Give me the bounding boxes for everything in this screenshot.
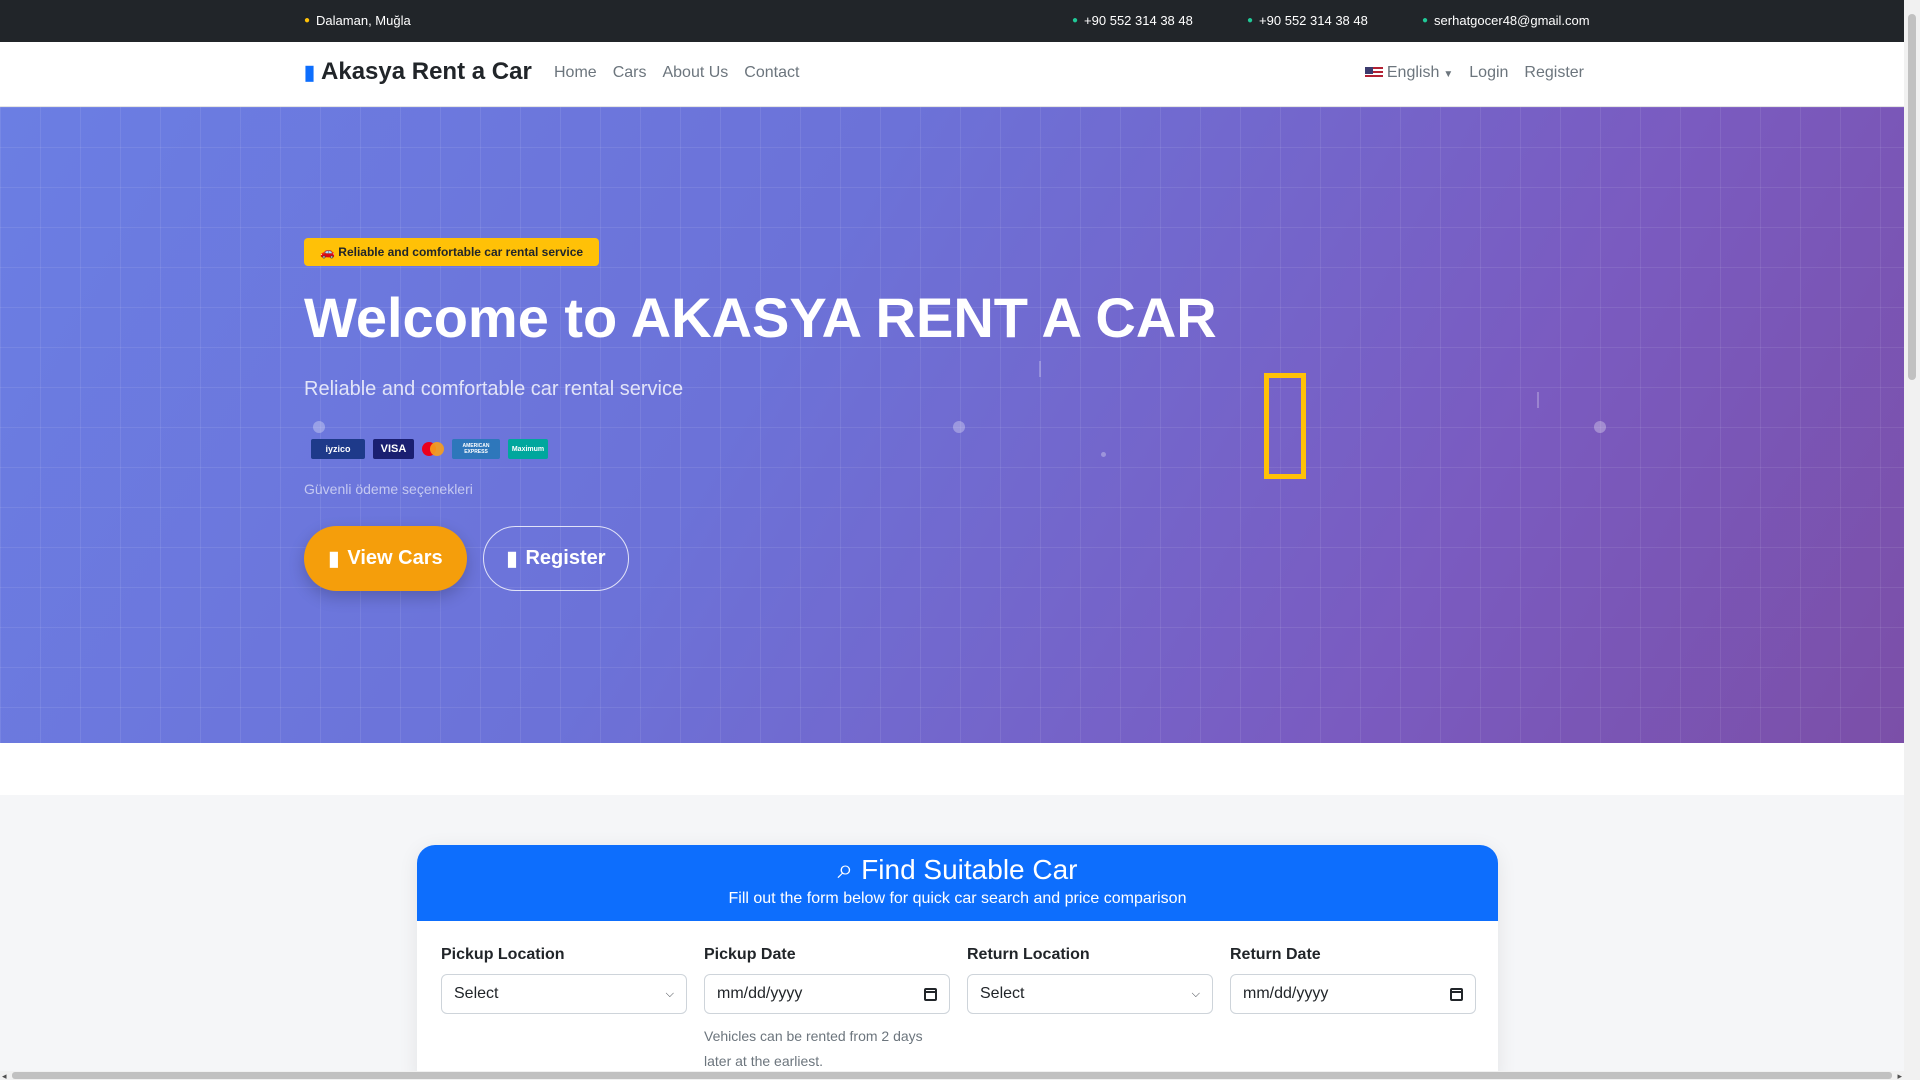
user-plus-icon: ▮ [506,548,518,570]
vertical-scroll-thumb[interactable] [1908,14,1916,380]
scroll-right-arrow-icon[interactable]: ▸ [1897,1071,1902,1080]
email-text[interactable]: serhatgocer48@gmail.com [1434,13,1590,28]
hero-register-label: Register [525,547,606,569]
pickup-location-select[interactable]: Select ⌵ [441,974,687,1014]
payment-logos: iyzico VISA AMERICAN EXPRESS Maximum [311,439,548,459]
phone-text-1[interactable]: +90 552 314 38 48 [1084,13,1193,28]
search-title: ⌕ Find Suitable Car [417,853,1498,886]
language-label: English [1386,64,1440,81]
visa-logo: VISA [373,439,414,459]
caret-down-icon: ▼ [1443,69,1454,80]
decor-dot [1101,452,1106,457]
horizontal-scroll-thumb[interactable] [12,1072,1892,1079]
decor-car-shape [1264,373,1306,479]
brand-logo[interactable]: ▮ Akasya Rent a Car [304,58,532,86]
mastercard-logo [422,439,444,459]
nav-cars[interactable]: Cars [613,64,647,82]
return-location-label: Return Location [967,946,1090,963]
chevron-down-icon: ⌵ [1191,987,1200,1000]
pickup-date-value: mm/dd/yyyy [717,985,803,1002]
phone-info-2[interactable]: ● +90 552 314 38 48 [1247,13,1368,28]
return-location-select[interactable]: Select ⌵ [967,974,1213,1014]
envelope-icon: ● [1422,15,1429,26]
car-icon: ▮ [304,61,316,84]
search-card-header: ⌕ Find Suitable Car Fill out the form be… [417,845,1498,921]
hero-section: 🚗 Reliable and comfortable car rental se… [0,107,1904,743]
pickup-date-input[interactable]: mm/dd/yyyy [704,974,950,1014]
nav-about-us[interactable]: About Us [662,64,728,82]
return-date-label: Return Date [1230,946,1321,963]
location-info: ● Dalaman, Muğla [304,13,411,28]
vertical-scrollbar[interactable] [1904,0,1920,1080]
nav-register[interactable]: Register [1524,64,1584,82]
hero-badge: 🚗 Reliable and comfortable car rental se… [304,238,600,266]
chevron-down-icon: ⌵ [665,987,674,1000]
language-dropdown[interactable]: English ▼ [1364,64,1454,82]
decor-dot [953,421,965,433]
search-card: ⌕ Find Suitable Car Fill out the form be… [417,845,1498,1080]
nav-right: English ▼ Login Register [1364,64,1584,82]
email-info[interactable]: ● serhatgocer48@gmail.com [1422,13,1590,28]
car-icon: ▮ [328,548,340,570]
hero-title: Welcome to AKASYA RENT A CAR [304,286,1217,349]
pickup-date-label: Pickup Date [704,946,796,963]
location-text: Dalaman, Muğla [316,13,411,28]
calendar-icon[interactable] [924,987,937,1001]
top-info-bar: ● Dalaman, Muğla ● +90 552 314 38 48 ● +… [0,0,1904,42]
whatsapp-icon: ● [1247,15,1254,26]
main-navbar: ▮ Akasya Rent a Car Home Cars About Us C… [0,42,1904,107]
pickup-location-value: Select [454,985,499,1002]
decor-dot [313,421,325,433]
payment-caption: Güvenli ödeme seçenekleri [304,481,473,497]
pickup-location-label: Pickup Location [441,946,565,963]
return-date-field: Return Date mm/dd/yyyy [1230,946,1476,1014]
amex-logo: AMERICAN EXPRESS [452,439,500,459]
phone-info-1[interactable]: ● +90 552 314 38 48 [1072,13,1193,28]
calendar-icon[interactable] [1450,987,1463,1001]
nav-home[interactable]: Home [554,64,597,82]
pickup-date-help: Vehicles can be rented from 2 days later… [704,1028,923,1069]
decor-line [1537,392,1539,408]
search-title-text: Find Suitable Car [861,853,1078,885]
horizontal-scrollbar[interactable]: ◂ ▸ [0,1071,1904,1080]
brand-name[interactable]: Akasya Rent a Car [321,58,532,86]
nav-contact[interactable]: Contact [744,64,799,82]
search-icon: ⌕ [837,853,854,884]
phone-icon: ● [1072,15,1079,26]
search-description: Fill out the form below for quick car se… [728,890,1187,907]
return-location-value: Select [980,985,1025,1002]
hero-register-button[interactable]: ▮ Register [483,526,629,591]
phone-text-2[interactable]: +90 552 314 38 48 [1259,13,1368,28]
nav-login[interactable]: Login [1469,64,1508,82]
pickup-location-field: Pickup Location Select ⌵ [441,946,687,1014]
scroll-left-arrow-icon[interactable]: ◂ [2,1071,7,1080]
view-cars-button[interactable]: ▮ View Cars [304,526,467,591]
nav-links: Home Cars About Us Contact [554,64,799,82]
us-flag-icon [1364,66,1383,79]
hero-grid-pattern [0,107,1904,743]
return-location-field: Return Location Select ⌵ [967,946,1213,1014]
view-cars-label: View Cars [347,547,443,569]
pickup-date-field: Pickup Date mm/dd/yyyy Vehicles can be r… [704,946,950,1074]
maximum-logo: Maximum [508,439,548,459]
return-date-value: mm/dd/yyyy [1243,985,1329,1002]
iyzico-logo: iyzico [311,439,365,459]
decor-dot [1594,421,1606,433]
map-marker-icon: ● [304,15,311,26]
hero-subtitle: Reliable and comfortable car rental serv… [304,378,684,400]
return-date-input[interactable]: mm/dd/yyyy [1230,974,1476,1014]
decor-line [1039,361,1041,377]
